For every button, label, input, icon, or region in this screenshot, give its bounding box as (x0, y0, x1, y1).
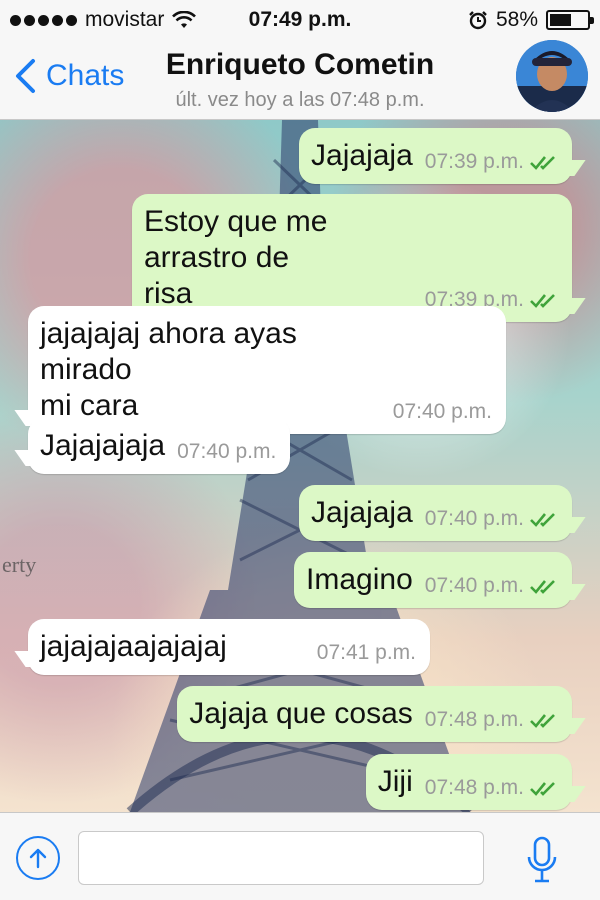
wallpaper-watermark: erty (2, 552, 36, 577)
message-text: Jajajaja (311, 139, 413, 172)
message-time: 07:41 p.m. (316, 641, 416, 664)
message-time: 07:48 p.m. (424, 708, 524, 731)
double-check-read-icon (530, 513, 555, 527)
status-bar: movistar 07:49 p.m. 58% (0, 0, 600, 38)
message-bubble-outgoing[interactable]: Imagino 07:40 p.m. (294, 552, 572, 608)
message-input[interactable] (78, 831, 484, 885)
message-bubble-outgoing[interactable]: Estoy que me arrastro de risa 07:39 p.m. (132, 194, 572, 322)
navigation-bar: Chats Enriqueto Cometin últ. vez hoy a l… (0, 38, 600, 120)
last-seen-status: últ. vez hoy a las 07:48 p.m. (175, 89, 425, 111)
message-bubble-outgoing[interactable]: Jiji 07:48 p.m. (365, 754, 572, 810)
upload-arrow-icon (29, 848, 47, 869)
message-input-bar (0, 812, 600, 900)
double-check-read-icon (530, 782, 555, 796)
contact-name[interactable]: Enriqueto Cometin (0, 48, 600, 82)
message-text: Jiji (377, 765, 413, 798)
message-text: jajajajaajajajaj (40, 630, 227, 663)
status-right: 58% (468, 8, 594, 32)
battery-fill (550, 14, 571, 26)
message-bubble-outgoing[interactable]: Jajajaja 07:39 p.m. (299, 128, 572, 184)
message-meta: 07:40 p.m. (393, 400, 492, 424)
message-bubble-incoming[interactable]: jajajajaajajajaj 07:41 p.m. (28, 619, 430, 675)
battery-percent: 58% (495, 8, 538, 31)
message-meta: 07:41 p.m. (317, 641, 416, 665)
message-time: 07:48 p.m. (424, 776, 524, 799)
message-bubble-incoming[interactable]: Jajajajaja 07:40 p.m. (28, 418, 291, 474)
message-text: Jajajajaja (40, 429, 166, 462)
message-text: Jajaja que cosas (189, 697, 413, 730)
message-meta: 07:48 p.m. (425, 708, 558, 732)
message-line: Estoy que me arrastro de (144, 205, 328, 274)
message-meta: 07:40 p.m. (177, 440, 276, 464)
double-check-read-icon (530, 580, 555, 594)
avatar-photo (516, 40, 588, 112)
message-time: 07:40 p.m. (424, 574, 524, 597)
double-check-read-icon (530, 156, 555, 170)
message-bubble-outgoing[interactable]: Jajajaja 07:40 p.m. (299, 485, 572, 541)
message-text: Imagino (306, 563, 413, 596)
message-text: Jajajaja (311, 496, 413, 529)
message-time: 07:40 p.m. (392, 400, 492, 423)
chat-conversation[interactable]: erty Jajajaja 07:39 p.m. Estoy que me ar… (0, 120, 600, 812)
message-line: jajajajaj ahora ayas mirado (40, 317, 297, 386)
alarm-clock-icon (469, 11, 487, 30)
message-time: 07:39 p.m. (424, 150, 524, 173)
message-bubble-outgoing[interactable]: Jajaja que cosas 07:48 p.m. (177, 686, 572, 742)
message-meta: 07:40 p.m. (425, 574, 558, 598)
message-text: jajajajaj ahora ayas mirado mi cara (40, 316, 381, 424)
message-meta: 07:40 p.m. (425, 507, 558, 531)
attach-button[interactable] (16, 836, 60, 880)
message-meta: 07:48 p.m. (425, 776, 558, 800)
double-check-read-icon (530, 714, 555, 728)
microphone-icon[interactable] (524, 835, 560, 885)
message-text: Estoy que me arrastro de risa (144, 204, 413, 312)
message-time: 07:40 p.m. (177, 440, 277, 463)
double-check-read-icon (530, 294, 555, 308)
message-bubble-incoming[interactable]: jajajajaj ahora ayas mirado mi cara 07:4… (28, 306, 506, 434)
message-time: 07:40 p.m. (424, 507, 524, 530)
message-meta: 07:39 p.m. (425, 150, 558, 174)
contact-avatar[interactable] (516, 40, 588, 112)
battery-icon (546, 10, 594, 30)
